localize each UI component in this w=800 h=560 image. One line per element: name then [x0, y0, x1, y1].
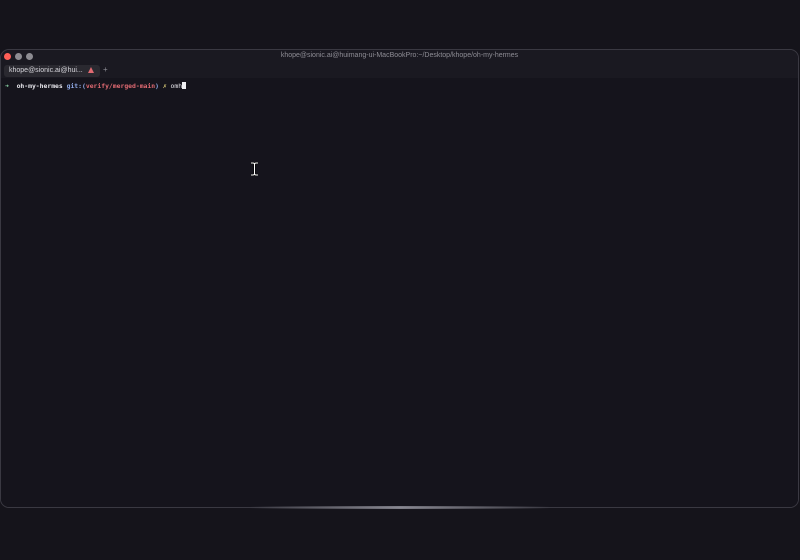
dirty-marker-icon: ✗	[162, 82, 167, 90]
paren-close: )	[155, 82, 159, 90]
tab-bar: khope@sionic.ai@hui... +	[1, 64, 798, 78]
warning-triangle-icon	[88, 67, 94, 73]
git-branch: verify/merged-main	[85, 82, 156, 90]
ibeam-cursor-icon	[251, 162, 258, 176]
tab-label: khope@sionic.ai@hui...	[9, 67, 83, 74]
window-title: khope@sionic.ai@huimang-ui-MacBookPro:~/…	[280, 52, 519, 59]
text-cursor	[182, 82, 187, 89]
terminal-content[interactable]: ➜ oh-my-hermes git:(verify/merged-main) …	[1, 78, 798, 507]
typed-command: omh	[170, 82, 183, 90]
shell-prompt-line: ➜ oh-my-hermes git:(verify/merged-main) …	[5, 82, 187, 91]
git-label: git:	[66, 82, 82, 90]
bottom-edge-highlight	[250, 506, 550, 509]
new-tab-button[interactable]: +	[103, 65, 108, 74]
prompt-arrow-icon: ➜	[5, 82, 9, 90]
title-bar[interactable]: khope@sionic.ai@huimang-ui-MacBookPro:~/…	[1, 50, 798, 64]
current-directory: oh-my-hermes	[16, 82, 63, 90]
terminal-window: khope@sionic.ai@huimang-ui-MacBookPro:~/…	[0, 49, 799, 508]
tab-terminal-session[interactable]: khope@sionic.ai@hui...	[4, 65, 100, 77]
